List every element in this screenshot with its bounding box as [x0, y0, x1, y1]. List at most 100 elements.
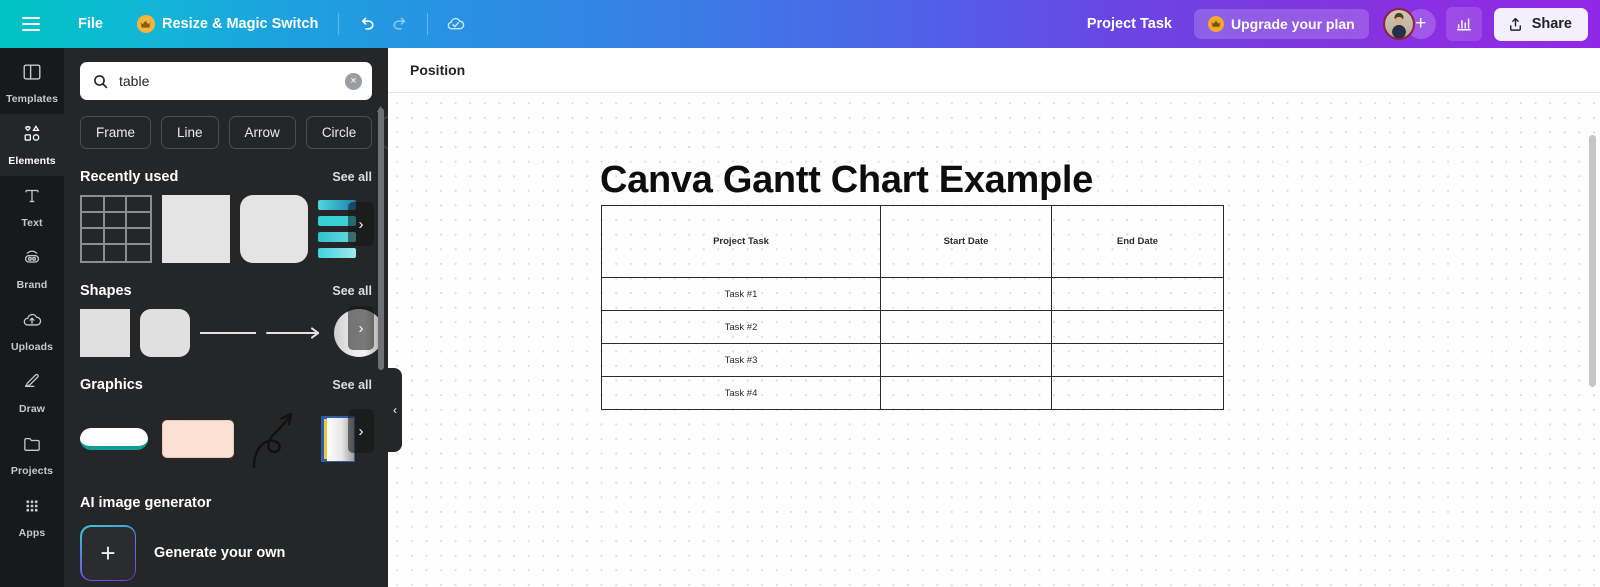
- table-cell[interactable]: Task #2: [601, 310, 881, 344]
- text-icon: [21, 185, 43, 212]
- section-header-ai-image-generator: AI image generator: [64, 495, 388, 511]
- collapse-panel-handle[interactable]: ‹: [388, 368, 402, 452]
- square-thumbnail[interactable]: [162, 195, 230, 263]
- hamburger-menu-icon[interactable]: [8, 0, 54, 48]
- file-menu-button[interactable]: File: [68, 10, 113, 38]
- page-title[interactable]: Canva Gantt Chart Example: [600, 159, 1093, 202]
- section-title: AI image generator: [80, 495, 212, 511]
- sidebar-item-text[interactable]: Text: [0, 176, 64, 238]
- table-cell[interactable]: [880, 343, 1052, 377]
- sidebar-item-templates[interactable]: Templates: [0, 52, 64, 114]
- shapes-tiles: ›: [64, 299, 388, 357]
- table-cell[interactable]: [1051, 343, 1224, 377]
- see-all-shapes[interactable]: See all: [332, 284, 372, 298]
- table-cell[interactable]: [880, 277, 1052, 311]
- ai-generate-label: Generate your own: [154, 545, 286, 561]
- gantt-table[interactable]: Project Task Start Date End Date Task #1…: [601, 205, 1224, 410]
- left-rail: Templates Elements Text Brand Uploads Dr…: [0, 48, 64, 587]
- cloud-check-icon[interactable]: [438, 7, 472, 41]
- table-header-cell[interactable]: End Date: [1051, 205, 1224, 278]
- project-name-label[interactable]: Project Task: [1075, 10, 1184, 38]
- ai-generate-row[interactable]: + Generate your own: [64, 511, 388, 581]
- panel-scroll-up-arrow[interactable]: [376, 100, 385, 112]
- recently-used-tiles: ›: [64, 185, 388, 263]
- upload-share-icon: [1509, 17, 1521, 31]
- search-input[interactable]: [119, 73, 345, 89]
- sidebar-item-apps[interactable]: Apps: [0, 486, 64, 548]
- sidebar-item-elements[interactable]: Elements: [0, 114, 64, 176]
- upgrade-plan-button[interactable]: Upgrade your plan: [1194, 9, 1369, 39]
- shape-line[interactable]: [200, 309, 256, 357]
- sidebar-item-brand[interactable]: Brand: [0, 238, 64, 300]
- apps-icon: [21, 495, 43, 522]
- search-box[interactable]: ×: [80, 62, 372, 100]
- sidebar-item-label: Text: [21, 217, 43, 229]
- table-row: Task #2: [601, 310, 1224, 344]
- section-header-recently-used: Recently used See all: [64, 169, 388, 185]
- redo-icon[interactable]: [383, 7, 417, 41]
- table-header-row: Project Task Start Date End Date: [601, 205, 1224, 278]
- table-cell[interactable]: Task #3: [601, 343, 881, 377]
- share-button[interactable]: Share: [1493, 7, 1588, 41]
- filter-chip-line[interactable]: Line: [161, 116, 219, 149]
- sidebar-item-projects[interactable]: Projects: [0, 424, 64, 486]
- see-all-graphics[interactable]: See all: [332, 378, 372, 392]
- search-icon: [94, 74, 108, 88]
- table-cell[interactable]: Task #1: [601, 277, 881, 311]
- position-button[interactable]: Position: [398, 55, 477, 85]
- graphic-peach-rectangle[interactable]: [162, 420, 234, 458]
- sidebar-item-draw[interactable]: Draw: [0, 362, 64, 424]
- table-grid-thumbnail[interactable]: [80, 195, 152, 263]
- table-cell[interactable]: Task #4: [601, 376, 881, 410]
- scroll-next-recently-used[interactable]: ›: [348, 202, 374, 246]
- search-area: ×: [64, 48, 388, 100]
- clear-x-icon[interactable]: ×: [345, 72, 362, 90]
- filter-chip-arrow[interactable]: Arrow: [228, 116, 296, 149]
- table-header-cell[interactable]: Project Task: [601, 205, 881, 278]
- sidebar-item-label: Projects: [10, 465, 54, 477]
- table-cell[interactable]: [1051, 376, 1224, 410]
- graphic-pill-banner[interactable]: [80, 428, 148, 450]
- section-header-graphics: Graphics See all: [64, 377, 388, 393]
- undo-icon[interactable]: [349, 7, 383, 41]
- canvas-scrollbar[interactable]: [1589, 135, 1596, 387]
- crown-icon: [136, 15, 155, 33]
- header-divider-2: [427, 13, 429, 35]
- header-divider-1: [338, 13, 340, 35]
- table-cell[interactable]: [1051, 277, 1224, 311]
- projects-icon: [21, 433, 43, 460]
- shape-arrow[interactable]: [266, 309, 324, 357]
- shape-rounded-square[interactable]: [140, 309, 190, 357]
- filter-chip-frame[interactable]: Frame: [80, 116, 152, 149]
- rounded-square-thumbnail[interactable]: [240, 195, 308, 263]
- table-cell[interactable]: [1051, 310, 1224, 344]
- panel-scrollbar[interactable]: [378, 108, 384, 370]
- sidebar-item-uploads[interactable]: Uploads: [0, 300, 64, 362]
- header-left-group: File Resize & Magic Switch: [0, 0, 472, 48]
- section-title: Recently used: [80, 169, 179, 185]
- upgrade-plan-label: Upgrade your plan: [1231, 16, 1355, 32]
- shape-square[interactable]: [80, 309, 130, 357]
- table-row: Task #3: [601, 343, 1224, 377]
- scroll-next-graphics[interactable]: ›: [348, 409, 374, 453]
- sidebar-item-label: Templates: [5, 93, 59, 105]
- templates-icon: [21, 61, 43, 88]
- sidebar-item-label: Draw: [18, 403, 46, 415]
- see-all-recently-used[interactable]: See all: [332, 170, 372, 184]
- scroll-next-shapes[interactable]: ›: [348, 306, 374, 350]
- resize-magic-switch-button[interactable]: Resize & Magic Switch: [127, 9, 328, 39]
- table-cell[interactable]: [880, 376, 1052, 410]
- filter-chip-circle[interactable]: Circle: [305, 116, 373, 149]
- ai-generate-tile[interactable]: +: [80, 525, 136, 581]
- avatar[interactable]: [1382, 8, 1415, 40]
- sidebar-item-label: Uploads: [10, 341, 54, 353]
- canvas-toolbar: Position: [388, 48, 1600, 93]
- table-header-cell[interactable]: Start Date: [880, 205, 1052, 278]
- graphic-curved-arrow[interactable]: [248, 409, 304, 469]
- table-cell[interactable]: [880, 310, 1052, 344]
- bar-chart-icon[interactable]: [1445, 7, 1482, 41]
- design-canvas[interactable]: Canva Gantt Chart Example Project Task S…: [388, 93, 1600, 587]
- members-group: +: [1382, 8, 1436, 40]
- table-row: Task #1: [601, 277, 1224, 311]
- sidebar-item-label: Brand: [16, 279, 48, 291]
